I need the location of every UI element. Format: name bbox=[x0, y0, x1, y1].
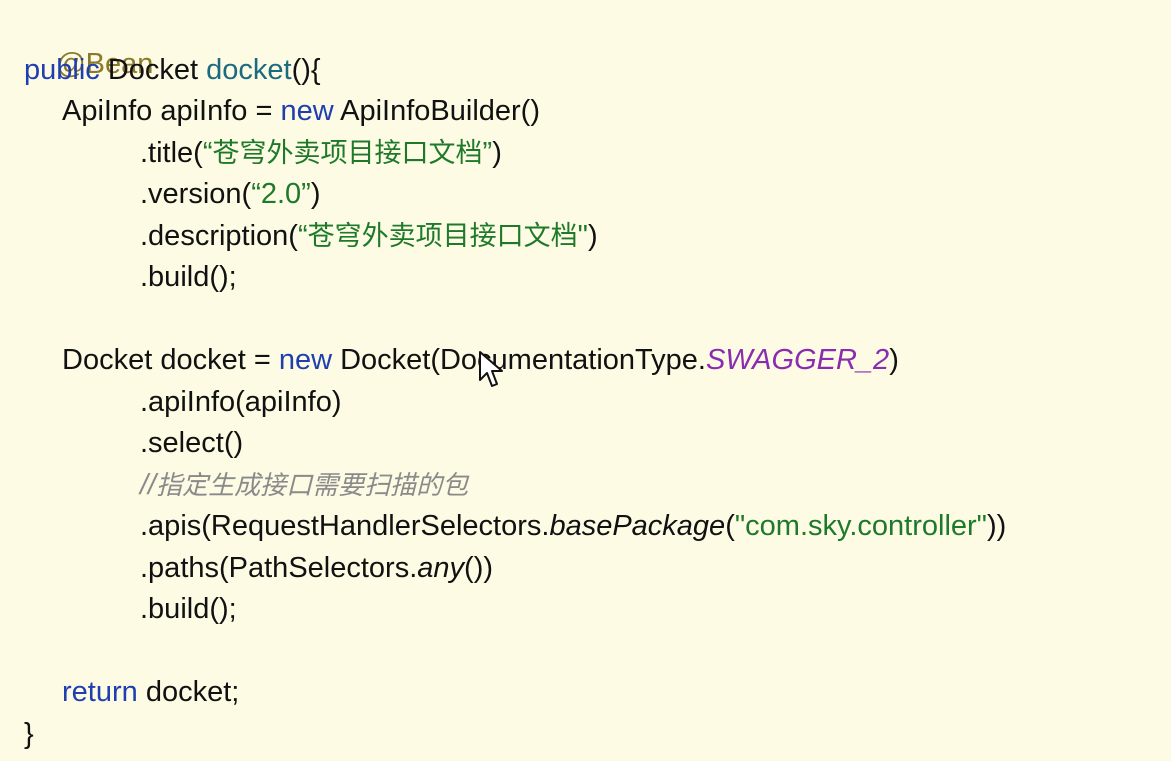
code-line-paths: .paths(PathSelectors.any()) bbox=[140, 550, 493, 586]
code-line-method-signature: public Docket docket(){ bbox=[24, 52, 321, 88]
keyword-return: return bbox=[62, 676, 138, 708]
string-quote-close: " bbox=[577, 220, 588, 252]
keyword-new: new bbox=[278, 344, 333, 376]
method-parens: (){ bbox=[291, 54, 321, 86]
comment-slashes: // bbox=[140, 469, 157, 501]
code-text: .version( bbox=[140, 178, 252, 210]
code-line-closing-brace: } bbox=[24, 716, 34, 752]
code-line-apiinfo-call: .apiInfo(apiInfo) bbox=[140, 384, 342, 420]
code-line-title: .title(“苍穹外卖项目接口文档”) bbox=[140, 135, 502, 171]
code-line-apiinfo-decl: ApiInfo apiInfo = new ApiInfoBuilder() bbox=[62, 93, 540, 129]
code-text: Docket(DocumentationType. bbox=[332, 344, 706, 376]
code-text: ) bbox=[889, 344, 899, 376]
code-text: .apis(RequestHandlerSelectors. bbox=[140, 510, 550, 542]
code-line-description: .description(“苍穹外卖项目接口文档") bbox=[140, 218, 598, 254]
code-text: )) bbox=[986, 510, 1007, 542]
string-literal-description: 苍穹外卖项目接口文档 bbox=[307, 221, 578, 252]
code-line-build-2: .build(); bbox=[140, 591, 237, 627]
code-text: ) bbox=[587, 220, 598, 252]
code-text: } bbox=[24, 718, 34, 750]
comment-text: 指定生成接口需要扫描的包 bbox=[156, 471, 469, 501]
code-line-annotation: @Bean bbox=[24, 10, 153, 80]
code-line-build: .build(); bbox=[140, 259, 237, 295]
mouse-pointer-icon bbox=[479, 351, 503, 387]
string-literal-version: “2.0” bbox=[251, 178, 311, 210]
string-quote-close: ” bbox=[482, 137, 493, 169]
keyword-new: new bbox=[280, 95, 334, 127]
string-quote-open: “ bbox=[202, 137, 213, 169]
code-line-apis: .apis(RequestHandlerSelectors.basePackag… bbox=[140, 508, 1006, 544]
code-text: .paths(PathSelectors. bbox=[140, 552, 418, 584]
string-literal-title: 苍穹外卖项目接口文档 bbox=[212, 138, 483, 169]
method-name: docket bbox=[206, 54, 292, 86]
code-line-version: .version(“2.0”) bbox=[140, 176, 321, 212]
method-any: any bbox=[417, 552, 465, 584]
constant-swagger-2: SWAGGER_2 bbox=[705, 344, 890, 376]
string-quote-open: “ bbox=[297, 220, 308, 252]
code-text: .build(); bbox=[140, 593, 237, 625]
code-text: .build(); bbox=[140, 261, 237, 293]
code-text: Docket docket = bbox=[62, 344, 279, 376]
method-base-package: basePackage bbox=[549, 510, 726, 542]
code-text: ()) bbox=[464, 552, 494, 584]
code-text: docket; bbox=[137, 676, 240, 708]
type-docket: Docket bbox=[99, 54, 207, 86]
code-line-comment: //指定生成接口需要扫描的包 bbox=[140, 467, 468, 503]
code-text: .title( bbox=[140, 137, 203, 169]
code-text: ( bbox=[725, 510, 735, 542]
code-text: ) bbox=[492, 137, 502, 169]
code-text: .select() bbox=[140, 427, 244, 459]
code-text: ApiInfo apiInfo = bbox=[62, 95, 281, 127]
code-text: ) bbox=[310, 178, 321, 210]
code-line-return: return docket; bbox=[62, 674, 239, 710]
code-text: .description( bbox=[140, 220, 298, 252]
code-editor: @Bean public Docket docket(){ ApiInfo ap… bbox=[0, 0, 1171, 761]
code-text: .apiInfo(apiInfo) bbox=[140, 386, 342, 418]
keyword-public: public bbox=[24, 54, 100, 86]
string-literal-package: "com.sky.controller" bbox=[734, 510, 987, 542]
code-line-select: .select() bbox=[140, 425, 243, 461]
code-text: ApiInfoBuilder() bbox=[333, 95, 540, 127]
